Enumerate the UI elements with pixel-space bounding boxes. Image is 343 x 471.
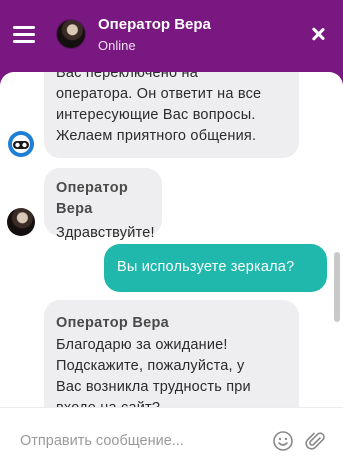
message-line: входе на сайт? [56,398,287,407]
bot-message: Вас переключено на оператора. Он ответит… [44,72,299,158]
emoji-icon[interactable] [272,430,294,452]
message-list[interactable]: Вас переключено на оператора. Он ответит… [0,72,343,407]
message-line: оператора. Он ответит на все [56,86,262,102]
message-line: интересующие Вас вопросы. [56,107,256,123]
message-input[interactable] [20,430,260,452]
message-sender: Оператор Вера [56,180,129,217]
close-icon[interactable] [309,25,327,43]
operator-status: Online [98,38,136,53]
operator-avatar [7,208,35,236]
menu-line [13,33,35,36]
chat-header: Оператор Вера Online [0,0,343,76]
operator-name: Оператор Вера [98,16,211,33]
bot-avatar-icon [8,131,34,157]
message-line: Желаем приятного общения. [56,128,257,144]
message-line: Вас возникла трудность при [56,379,251,395]
operator-message: Оператор Вера Здравствуйте! [44,168,162,241]
operator-message: Оператор Вера Благодарю за ожидание! Под… [44,300,299,407]
menu-line [13,26,35,29]
menu-line [13,40,35,43]
message-line: Вы используете зеркала? [117,259,295,275]
message-line: Здравствуйте! [56,225,155,241]
chat-widget: Оператор Вера Online Вас переключено на … [0,0,343,471]
operator-avatar [56,19,86,49]
message-line: Благодарю за ожидание! [56,337,228,353]
message-sender: Оператор Вера [56,315,170,331]
composer-bar [0,407,343,471]
message-line: Подскажите, пожалуйста, у [56,358,245,374]
hamburger-menu-icon[interactable] [13,25,35,43]
user-message: Вы используете зеркала? [104,244,327,292]
scrollbar-thumb[interactable] [334,252,340,322]
message-line: Вас переключено на [56,72,198,81]
paperclip-icon[interactable] [304,429,326,453]
